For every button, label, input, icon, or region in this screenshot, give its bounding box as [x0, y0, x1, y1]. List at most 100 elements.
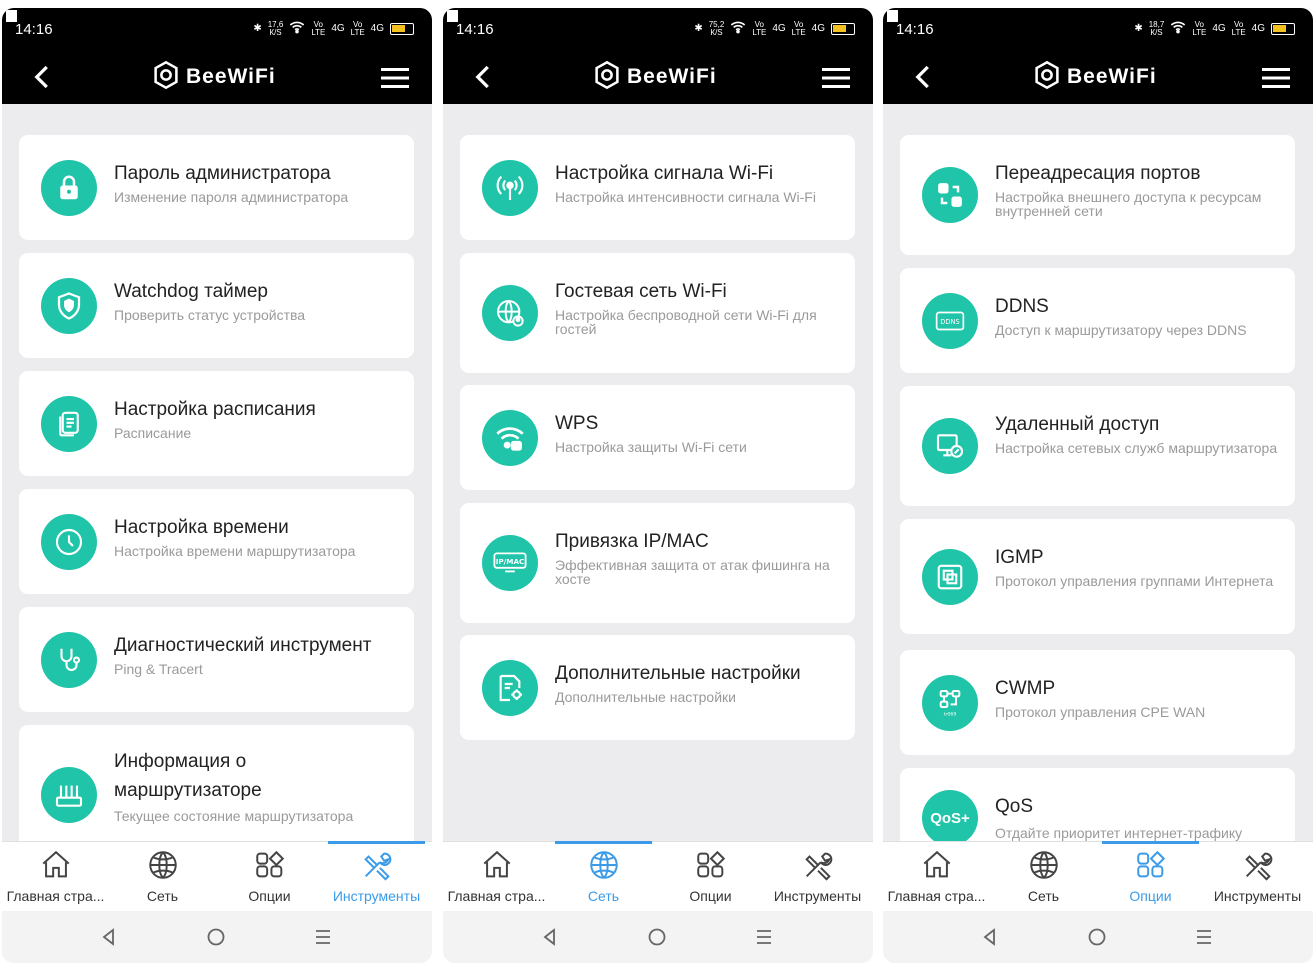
card-subtitle: Изменение пароля администратора [114, 189, 349, 205]
settings-card[interactable]: Пароль администратора Изменение пароля ад… [19, 135, 414, 240]
signal-4g-label: 4G [1251, 23, 1265, 34]
card-subtitle: Расписание [114, 425, 192, 441]
back-button[interactable] [28, 62, 58, 92]
tab-tools[interactable]: Инструменты [1204, 842, 1311, 912]
hamburger-menu-button[interactable] [380, 65, 410, 91]
settings-card[interactable]: Гостевая сеть Wi-Fi Настройка беспроводно… [460, 253, 855, 373]
card-subtitle: Отдайте приоритет интернет-трафику опред… [995, 825, 1243, 841]
tab-label: Инструменты [332, 888, 421, 904]
hexagon-logo-icon [593, 60, 621, 95]
settings-card[interactable]: Информация о маршрутизаторе Текущее состо… [19, 725, 414, 841]
back-button[interactable] [469, 62, 499, 92]
svg-text:IP/MAC: IP/MAC [496, 557, 525, 566]
signal-4g-label: 4G [1212, 23, 1226, 34]
network-speed-unit: К/S [1150, 27, 1163, 37]
hamburger-menu-button[interactable] [821, 65, 851, 91]
lock-icon [41, 160, 97, 216]
qos-icon: QoS+ [922, 790, 978, 841]
tab-network[interactable]: Сеть [990, 842, 1097, 912]
nav-back-button[interactable] [978, 925, 1002, 949]
nav-home-button[interactable] [1085, 925, 1109, 949]
tab-options[interactable]: Опции [657, 842, 764, 912]
triangle-back-icon [978, 928, 1002, 953]
tools-icon [1241, 848, 1275, 882]
settings-card[interactable]: IGMP Протокол управления группами Интерне… [900, 519, 1295, 634]
status-time: 14:16 [456, 21, 494, 38]
system-navigation-bar [883, 911, 1313, 963]
tab-home[interactable]: Главная стра... [2, 842, 109, 912]
nav-back-button[interactable] [538, 925, 562, 949]
tab-options[interactable]: Опции [1097, 841, 1204, 912]
globe-icon [587, 848, 621, 882]
globe-user-icon [482, 285, 538, 341]
card-title: Дополнительные настройки [555, 663, 801, 684]
nav-home-button[interactable] [645, 925, 669, 949]
tab-tools[interactable]: Инструменты [323, 841, 430, 912]
svg-text:DDNS: DDNS [940, 318, 959, 326]
svg-text:tr069: tr069 [944, 712, 957, 718]
settings-card[interactable]: QoS+ QoS Отдайте приоритет интернет-трафик… [900, 768, 1295, 841]
hamburger-menu-button[interactable] [1261, 65, 1291, 91]
back-button[interactable] [909, 62, 939, 92]
settings-card[interactable]: Настройка сигнала Wi-Fi Настройка интенси… [460, 135, 855, 240]
nav-recents-button[interactable] [311, 925, 335, 949]
beewifi-logo: BeeWiFi [152, 60, 276, 92]
settings-list: Переадресация портов Настройка внешнего д… [883, 104, 1313, 841]
settings-card[interactable]: Дополнительные настройки Дополнительные н… [460, 635, 855, 740]
card-subtitle: Протокол управления CPE WAN [995, 704, 1206, 720]
battery-icon [1271, 22, 1295, 35]
settings-card[interactable]: tr069 CWMP Протокол управления CPE WAN [900, 650, 1295, 755]
schedule-doc-icon [41, 396, 97, 452]
settings-card[interactable]: Watchdog таймер Проверить статус устройст… [19, 253, 414, 358]
app-header: BeeWiFi [443, 52, 873, 104]
volte-label: Vo LTE [1231, 19, 1246, 37]
nav-recents-button[interactable] [752, 925, 776, 949]
back-arrow-icon [475, 65, 489, 89]
settings-card[interactable]: Переадресация портов Настройка внешнего д… [900, 135, 1295, 255]
hamburger-icon [822, 68, 850, 88]
settings-card[interactable]: IP/MAC Привязка IP/MAC Эффективная защита … [460, 503, 855, 623]
tab-options[interactable]: Опции [216, 842, 323, 912]
tab-label: Инструменты [1213, 888, 1302, 904]
tab-label: Сеть [1027, 888, 1060, 904]
card-title: CWMP [995, 678, 1056, 699]
tab-home[interactable]: Главная стра... [883, 842, 990, 912]
recents-lines-icon [311, 930, 335, 953]
battery-icon [831, 22, 855, 35]
card-title: Удаленный доступ [995, 414, 1160, 435]
status-icons: ✱ 17,6 К/S Vo LTE 4G Vo LTE 4G [253, 20, 414, 37]
recents-lines-icon [752, 930, 776, 953]
bluetooth-icon: ✱ [1134, 23, 1143, 34]
wifi-status-icon [730, 20, 746, 37]
home-icon [920, 848, 954, 882]
settings-card[interactable]: Настройка расписания Расписание [19, 371, 414, 476]
nav-recents-button[interactable] [1192, 925, 1216, 949]
app-header: BeeWiFi [2, 52, 432, 104]
bottom-tab-bar: Главная стра... Сеть Опции Инструменты [443, 841, 873, 911]
signal-4g-label: 4G [772, 23, 786, 34]
settings-list: Настройка сигнала Wi-Fi Настройка интенси… [443, 104, 873, 841]
card-title: DDNS [995, 296, 1049, 317]
nav-back-button[interactable] [97, 925, 121, 949]
tab-tools[interactable]: Инструменты [764, 842, 871, 912]
settings-card[interactable]: Диагностический инструмент Ping & Tracert [19, 607, 414, 712]
network-speed-unit: К/S [710, 27, 723, 37]
beewifi-logo: BeeWiFi [593, 60, 717, 95]
settings-card[interactable]: DDNS DDNS Доступ к маршрутизатору через DD… [900, 268, 1295, 373]
card-title: Пароль администратора [114, 163, 331, 184]
settings-card[interactable]: Настройка времени Настройка времени маршр… [19, 489, 414, 594]
volte-label: Vo LTE [791, 19, 806, 37]
shield-icon [41, 278, 97, 334]
tab-label: Опции [689, 888, 732, 904]
battery-icon [390, 22, 414, 35]
card-title: Диагностический инструмент [114, 635, 372, 656]
settings-card[interactable]: Удаленный доступ Настройка сетевых служб … [900, 386, 1295, 506]
tab-home[interactable]: Главная стра... [443, 842, 550, 912]
tab-network[interactable]: Сеть [109, 842, 216, 912]
status-time: 14:16 [896, 21, 934, 38]
card-subtitle: Настройка сетевых служб маршрутизатора [995, 440, 1278, 456]
settings-list: Пароль администратора Изменение пароля ад… [2, 104, 432, 841]
tab-network[interactable]: Сеть [550, 841, 657, 912]
nav-home-button[interactable] [204, 925, 228, 949]
settings-card[interactable]: WPS Настройка защиты Wi-Fi сети [460, 385, 855, 490]
